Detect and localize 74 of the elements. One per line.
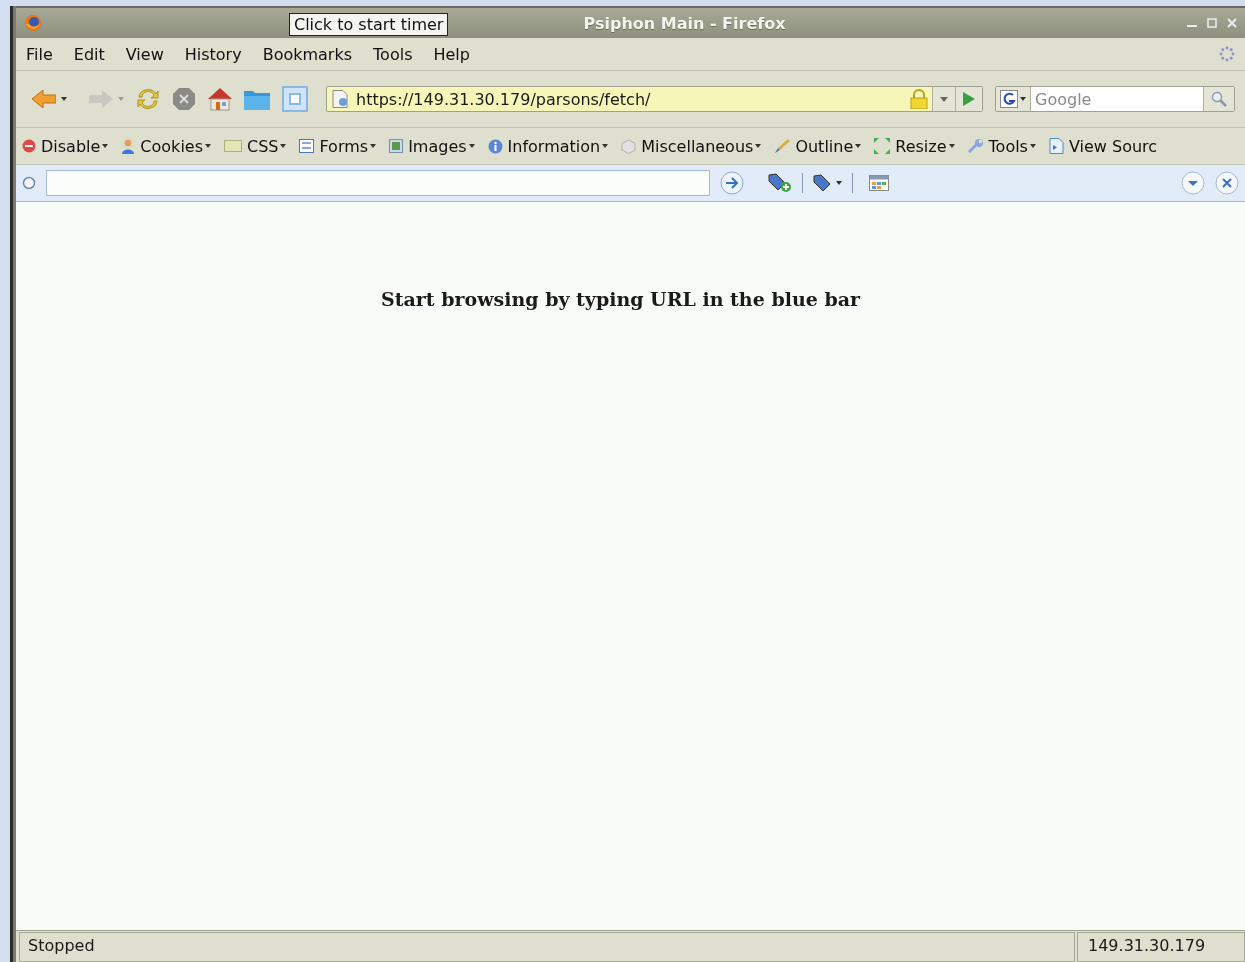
address-bar[interactable]: https://149.31.30.179/parsons/fetch/ bbox=[326, 86, 983, 112]
tooltip: Click to start timer bbox=[289, 13, 449, 36]
caret-icon bbox=[468, 144, 475, 148]
caret-icon bbox=[602, 144, 609, 148]
back-arrow-icon[interactable] bbox=[32, 90, 56, 108]
caret-icon bbox=[1020, 97, 1026, 101]
menu-item[interactable]: View bbox=[125, 44, 164, 64]
tag-add-icon[interactable] bbox=[768, 173, 792, 193]
info-icon bbox=[487, 138, 503, 154]
toolbar-menu-button[interactable]: Images bbox=[408, 136, 475, 156]
circle-icon bbox=[22, 176, 36, 190]
toolbar-menu-button[interactable]: Miscellaneous bbox=[641, 136, 762, 156]
tag-icon[interactable] bbox=[813, 174, 831, 192]
brush-icon bbox=[774, 138, 791, 154]
toolbar-menu-button[interactable]: Disable bbox=[41, 136, 109, 156]
toolbar-menu-button[interactable]: Resize bbox=[895, 136, 955, 156]
url-input-field[interactable] bbox=[46, 170, 710, 196]
search-field[interactable]: Google bbox=[1031, 89, 1203, 109]
caret-icon bbox=[1029, 144, 1036, 148]
caret-icon bbox=[370, 144, 377, 148]
search-engine-icon[interactable] bbox=[1000, 90, 1018, 108]
url-text: https://149.31.30.179/parsons/fetch/ bbox=[355, 89, 652, 109]
dropdown-icon[interactable] bbox=[1181, 171, 1205, 195]
resize-icon bbox=[874, 138, 891, 154]
no-entry-icon bbox=[22, 139, 36, 153]
cube-icon bbox=[621, 138, 637, 154]
browser-logo-icon bbox=[24, 14, 42, 32]
toolbar-menu-button[interactable]: Tools bbox=[988, 136, 1036, 156]
menu-item[interactable]: Bookmarks bbox=[262, 44, 353, 64]
page-icon bbox=[332, 90, 350, 108]
menu-item[interactable]: Help bbox=[433, 44, 470, 64]
menu-item[interactable]: File bbox=[26, 44, 53, 64]
status-text: Stopped bbox=[19, 932, 1075, 962]
search-box[interactable]: Google bbox=[995, 86, 1235, 112]
person-icon bbox=[121, 138, 136, 154]
image-icon bbox=[389, 139, 404, 153]
go-icon[interactable] bbox=[963, 92, 975, 106]
square-icon[interactable] bbox=[282, 86, 308, 112]
toolbar-menu-button[interactable]: CSS bbox=[247, 136, 287, 156]
home-icon[interactable] bbox=[208, 87, 232, 111]
form-icon bbox=[299, 139, 315, 153]
close-icon[interactable] bbox=[1215, 171, 1239, 195]
document-icon bbox=[1048, 138, 1064, 154]
calendar-icon[interactable] bbox=[869, 175, 889, 191]
menu-item[interactable]: Edit bbox=[73, 44, 105, 64]
caret-icon bbox=[755, 144, 762, 148]
search-icon[interactable] bbox=[1211, 91, 1227, 107]
toolbar-menu-button[interactable]: Outline bbox=[795, 136, 862, 156]
caret-icon bbox=[102, 144, 109, 148]
folder-icon[interactable] bbox=[244, 88, 270, 110]
stop-icon[interactable] bbox=[172, 87, 196, 111]
caret-icon bbox=[836, 181, 842, 185]
caret-icon bbox=[205, 144, 211, 148]
card-icon bbox=[224, 140, 242, 152]
caret-icon[interactable] bbox=[940, 96, 948, 102]
caret-icon bbox=[118, 97, 124, 101]
toolbar-menu-button[interactable]: Forms bbox=[319, 136, 377, 156]
toolbar-menu-button[interactable]: View Sourc bbox=[1068, 136, 1158, 156]
page-message: Start browsing by typing URL in the blue bar bbox=[380, 288, 860, 312]
throbber-icon bbox=[1219, 46, 1235, 62]
menu-item[interactable]: History bbox=[184, 44, 242, 64]
menu-item[interactable]: Tools bbox=[373, 44, 413, 64]
lock-icon bbox=[910, 89, 928, 109]
status-host: 149.31.30.179 bbox=[1077, 932, 1245, 962]
toolbar-menu-button[interactable]: Cookies bbox=[140, 136, 211, 156]
maximize-icon[interactable] bbox=[1207, 18, 1217, 28]
window-title: Psiphon Main - Firefox bbox=[583, 13, 786, 33]
caret-icon bbox=[855, 144, 862, 148]
wrench-icon bbox=[967, 138, 984, 154]
toolbar-menu-button[interactable]: Information bbox=[507, 136, 609, 156]
caret-icon bbox=[280, 144, 287, 148]
caret-icon bbox=[948, 144, 955, 148]
caret-icon bbox=[61, 97, 67, 101]
reload-icon[interactable] bbox=[136, 88, 160, 110]
